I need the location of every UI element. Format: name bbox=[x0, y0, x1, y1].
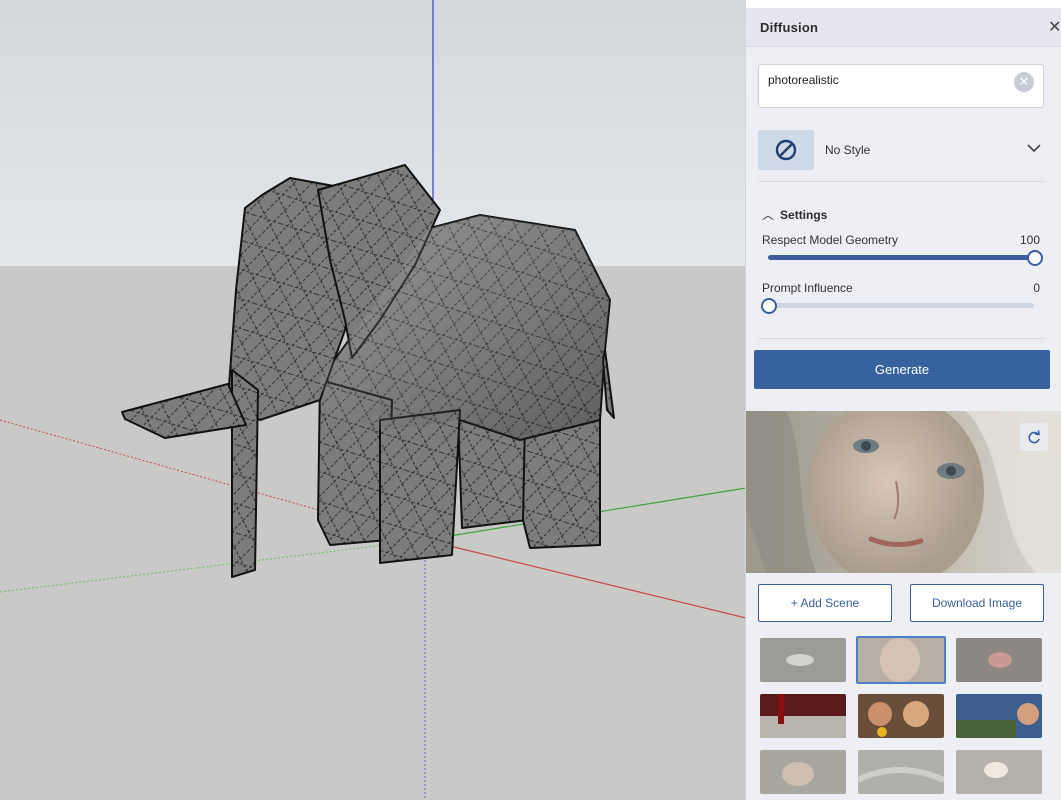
clear-icon[interactable]: ✕ bbox=[1014, 72, 1034, 92]
generate-button[interactable]: Generate bbox=[754, 350, 1050, 389]
gallery-thumbnail[interactable] bbox=[760, 638, 846, 682]
slider-value-influence: 0 bbox=[1033, 281, 1040, 295]
no-style-icon bbox=[775, 139, 797, 161]
thumbnail-image bbox=[858, 638, 944, 682]
slider-value-geometry: 100 bbox=[1019, 233, 1040, 247]
thumbnail-image bbox=[858, 750, 944, 794]
prompt-text: photorealistic bbox=[768, 73, 839, 87]
style-dropdown[interactable]: No Style bbox=[758, 130, 1048, 170]
chevron-down-icon[interactable] bbox=[1026, 140, 1042, 156]
slider-label-geometry: Respect Model Geometry bbox=[762, 233, 899, 247]
gallery-thumbnail[interactable] bbox=[956, 694, 1042, 738]
slider-thumb[interactable] bbox=[761, 298, 777, 314]
geometry-slider[interactable] bbox=[768, 250, 1043, 266]
slider-thumb[interactable] bbox=[1027, 250, 1043, 266]
panel-title: Diffusion bbox=[760, 20, 819, 35]
slider-fill bbox=[768, 255, 1034, 260]
refresh-icon[interactable] bbox=[1020, 423, 1048, 451]
thumbnail-image bbox=[956, 750, 1042, 794]
gallery-thumbnail[interactable] bbox=[858, 750, 944, 794]
thumbnail-image bbox=[956, 638, 1042, 682]
thumbnail-image bbox=[956, 694, 1042, 738]
refresh-glyph bbox=[1028, 430, 1040, 444]
gallery-thumbnail-selected[interactable] bbox=[856, 636, 946, 684]
generated-preview[interactable] bbox=[746, 411, 1061, 573]
close-icon[interactable]: ✕ bbox=[1048, 17, 1061, 37]
gallery-thumbnail[interactable] bbox=[858, 694, 944, 738]
thumbnail-image bbox=[760, 750, 846, 794]
add-scene-button[interactable]: + Add Scene bbox=[758, 584, 892, 622]
chevron-up-icon: ︿ bbox=[762, 208, 775, 222]
prompt-input[interactable]: photorealistic ✕ bbox=[758, 64, 1044, 108]
panel-header: Diffusion ✕ bbox=[746, 8, 1061, 47]
settings-label: Settings bbox=[780, 208, 828, 222]
style-thumbnail bbox=[758, 130, 814, 170]
preview-image bbox=[746, 411, 1061, 573]
style-label: No Style bbox=[825, 143, 871, 157]
gallery-thumbnail[interactable] bbox=[956, 750, 1042, 794]
thumbnail-image bbox=[760, 638, 846, 682]
influence-slider[interactable] bbox=[761, 298, 1034, 314]
divider bbox=[758, 338, 1046, 339]
gallery-thumbnail[interactable] bbox=[956, 638, 1042, 682]
slider-label-influence: Prompt Influence bbox=[762, 281, 853, 295]
gallery-thumbnail[interactable] bbox=[760, 694, 846, 738]
diffusion-panel: Diffusion ✕ photorealistic ✕ No Style ︿ S… bbox=[745, 8, 1061, 800]
gallery-thumbnail[interactable] bbox=[760, 750, 846, 794]
download-image-button[interactable]: Download Image bbox=[910, 584, 1044, 622]
3d-viewport[interactable] bbox=[0, 0, 746, 800]
thumbnail-image bbox=[760, 694, 846, 738]
viewport-scene[interactable] bbox=[0, 0, 746, 800]
divider bbox=[758, 181, 1046, 182]
settings-toggle[interactable]: ︿ Settings bbox=[762, 206, 827, 223]
thumbnail-image bbox=[858, 694, 944, 738]
